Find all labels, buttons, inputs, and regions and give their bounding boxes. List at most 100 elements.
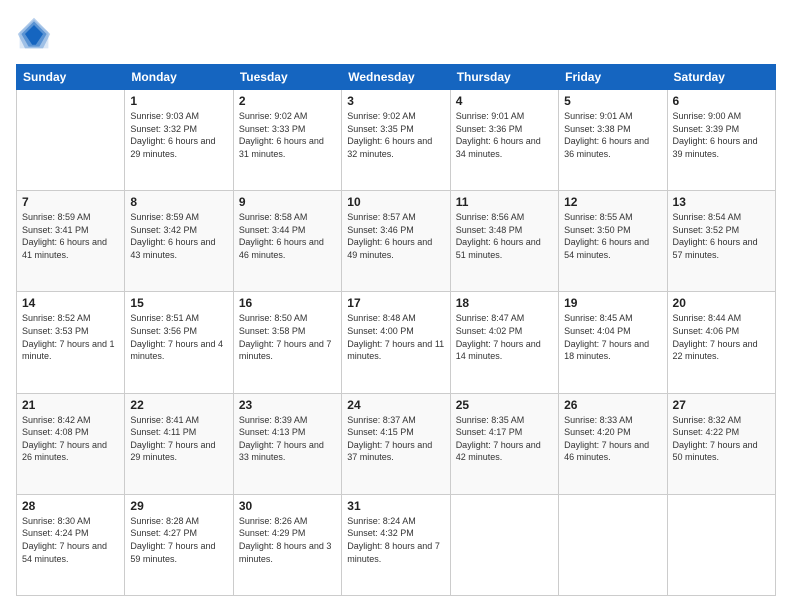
cell-content: Sunrise: 8:54 AM Sunset: 3:52 PM Dayligh… [673,211,770,261]
cell-content: Sunrise: 9:00 AM Sunset: 3:39 PM Dayligh… [673,110,770,160]
calendar-week-row: 14 Sunrise: 8:52 AM Sunset: 3:53 PM Dayli… [17,292,776,393]
cell-content: Sunrise: 8:39 AM Sunset: 4:13 PM Dayligh… [239,414,336,464]
cell-content: Sunrise: 8:47 AM Sunset: 4:02 PM Dayligh… [456,312,553,362]
day-number: 14 [22,296,119,310]
cell-content: Sunrise: 9:01 AM Sunset: 3:38 PM Dayligh… [564,110,661,160]
day-number: 16 [239,296,336,310]
day-number: 29 [130,499,227,513]
cell-content: Sunrise: 9:03 AM Sunset: 3:32 PM Dayligh… [130,110,227,160]
cell-content: Sunrise: 8:56 AM Sunset: 3:48 PM Dayligh… [456,211,553,261]
day-number: 17 [347,296,444,310]
calendar-week-row: 7 Sunrise: 8:59 AM Sunset: 3:41 PM Daylig… [17,191,776,292]
calendar-cell: 21 Sunrise: 8:42 AM Sunset: 4:08 PM Dayli… [17,393,125,494]
cell-content: Sunrise: 8:24 AM Sunset: 4:32 PM Dayligh… [347,515,444,565]
day-number: 3 [347,94,444,108]
calendar-cell: 8Sunrise: 8:59 AM Sunset: 3:42 PM Daylig… [125,191,233,292]
page: SundayMondayTuesdayWednesdayThursdayFrid… [0,0,792,612]
calendar-cell: 30 Sunrise: 8:26 AM Sunset: 4:29 PM Dayli… [233,494,341,595]
day-number: 18 [456,296,553,310]
cell-content: Sunrise: 8:42 AM Sunset: 4:08 PM Dayligh… [22,414,119,464]
day-number: 13 [673,195,770,209]
calendar-cell: 4 Sunrise: 9:01 AM Sunset: 3:36 PM Daylig… [450,90,558,191]
day-number: 25 [456,398,553,412]
day-number: 22 [130,398,227,412]
weekday-header: Sunday [17,65,125,90]
calendar-cell: 27 Sunrise: 8:32 AM Sunset: 4:22 PM Dayli… [667,393,775,494]
cell-content: Sunrise: 8:59 AM Sunset: 3:41 PM Dayligh… [22,211,119,261]
day-number: 24 [347,398,444,412]
cell-content: Sunrise: 8:50 AM Sunset: 3:58 PM Dayligh… [239,312,336,362]
calendar-cell: 20 Sunrise: 8:44 AM Sunset: 4:06 PM Dayli… [667,292,775,393]
calendar-week-row: 1 Sunrise: 9:03 AM Sunset: 3:32 PM Daylig… [17,90,776,191]
day-number: 9 [239,195,336,209]
cell-content: Sunrise: 8:41 AM Sunset: 4:11 PM Dayligh… [130,414,227,464]
day-number: 21 [22,398,119,412]
day-number: 6 [673,94,770,108]
day-number: 19 [564,296,661,310]
logo-icon [16,16,52,52]
day-number: 11 [456,195,553,209]
calendar-cell: 13 Sunrise: 8:54 AM Sunset: 3:52 PM Dayli… [667,191,775,292]
calendar-cell: 1 Sunrise: 9:03 AM Sunset: 3:32 PM Daylig… [125,90,233,191]
day-number: 31 [347,499,444,513]
weekday-header: Friday [559,65,667,90]
weekday-header: Tuesday [233,65,341,90]
calendar-cell: 14 Sunrise: 8:52 AM Sunset: 3:53 PM Dayli… [17,292,125,393]
calendar-cell [667,494,775,595]
day-number: 2 [239,94,336,108]
day-number: 10 [347,195,444,209]
calendar-cell: 24 Sunrise: 8:37 AM Sunset: 4:15 PM Dayli… [342,393,450,494]
calendar-cell: 22 Sunrise: 8:41 AM Sunset: 4:11 PM Dayli… [125,393,233,494]
calendar-cell: 6 Sunrise: 9:00 AM Sunset: 3:39 PM Daylig… [667,90,775,191]
day-number: 20 [673,296,770,310]
cell-content: Sunrise: 8:44 AM Sunset: 4:06 PM Dayligh… [673,312,770,362]
calendar-cell: 9 Sunrise: 8:58 AM Sunset: 3:44 PM Daylig… [233,191,341,292]
weekday-header: Saturday [667,65,775,90]
calendar-cell: 25 Sunrise: 8:35 AM Sunset: 4:17 PM Dayli… [450,393,558,494]
calendar-cell [17,90,125,191]
calendar-cell: 26Sunrise: 8:33 AM Sunset: 4:20 PM Dayli… [559,393,667,494]
calendar-cell: 10 Sunrise: 8:57 AM Sunset: 3:46 PM Dayli… [342,191,450,292]
calendar-cell: 17Sunrise: 8:48 AM Sunset: 4:00 PM Dayli… [342,292,450,393]
cell-content: Sunrise: 8:35 AM Sunset: 4:17 PM Dayligh… [456,414,553,464]
calendar-cell: 2Sunrise: 9:02 AM Sunset: 3:33 PM Daylig… [233,90,341,191]
cell-content: Sunrise: 8:45 AM Sunset: 4:04 PM Dayligh… [564,312,661,362]
calendar-cell: 16 Sunrise: 8:50 AM Sunset: 3:58 PM Dayli… [233,292,341,393]
calendar-week-row: 28 Sunrise: 8:30 AM Sunset: 4:24 PM Dayli… [17,494,776,595]
calendar-cell: 29Sunrise: 8:28 AM Sunset: 4:27 PM Dayli… [125,494,233,595]
calendar-cell: 5 Sunrise: 9:01 AM Sunset: 3:38 PM Daylig… [559,90,667,191]
calendar-table: SundayMondayTuesdayWednesdayThursdayFrid… [16,64,776,596]
calendar-cell: 23Sunrise: 8:39 AM Sunset: 4:13 PM Dayli… [233,393,341,494]
day-number: 1 [130,94,227,108]
calendar-cell: 18 Sunrise: 8:47 AM Sunset: 4:02 PM Dayli… [450,292,558,393]
calendar-cell: 19 Sunrise: 8:45 AM Sunset: 4:04 PM Dayli… [559,292,667,393]
cell-content: Sunrise: 8:26 AM Sunset: 4:29 PM Dayligh… [239,515,336,565]
cell-content: Sunrise: 8:58 AM Sunset: 3:44 PM Dayligh… [239,211,336,261]
cell-content: Sunrise: 8:37 AM Sunset: 4:15 PM Dayligh… [347,414,444,464]
weekday-header: Thursday [450,65,558,90]
day-number: 7 [22,195,119,209]
cell-content: Sunrise: 8:32 AM Sunset: 4:22 PM Dayligh… [673,414,770,464]
cell-content: Sunrise: 9:02 AM Sunset: 3:35 PM Dayligh… [347,110,444,160]
calendar-cell: 28 Sunrise: 8:30 AM Sunset: 4:24 PM Dayli… [17,494,125,595]
day-number: 30 [239,499,336,513]
cell-content: Sunrise: 8:52 AM Sunset: 3:53 PM Dayligh… [22,312,119,362]
logo [16,16,56,52]
day-number: 4 [456,94,553,108]
cell-content: Sunrise: 9:01 AM Sunset: 3:36 PM Dayligh… [456,110,553,160]
cell-content: Sunrise: 8:57 AM Sunset: 3:46 PM Dayligh… [347,211,444,261]
day-number: 5 [564,94,661,108]
calendar-cell: 7 Sunrise: 8:59 AM Sunset: 3:41 PM Daylig… [17,191,125,292]
weekday-header: Monday [125,65,233,90]
calendar-cell: 15Sunrise: 8:51 AM Sunset: 3:56 PM Dayli… [125,292,233,393]
day-number: 27 [673,398,770,412]
cell-content: Sunrise: 8:51 AM Sunset: 3:56 PM Dayligh… [130,312,227,362]
calendar-cell [450,494,558,595]
cell-content: Sunrise: 8:55 AM Sunset: 3:50 PM Dayligh… [564,211,661,261]
header [16,16,776,52]
weekday-header: Wednesday [342,65,450,90]
cell-content: Sunrise: 8:30 AM Sunset: 4:24 PM Dayligh… [22,515,119,565]
day-number: 28 [22,499,119,513]
cell-content: Sunrise: 8:33 AM Sunset: 4:20 PM Dayligh… [564,414,661,464]
calendar-cell: 12Sunrise: 8:55 AM Sunset: 3:50 PM Dayli… [559,191,667,292]
